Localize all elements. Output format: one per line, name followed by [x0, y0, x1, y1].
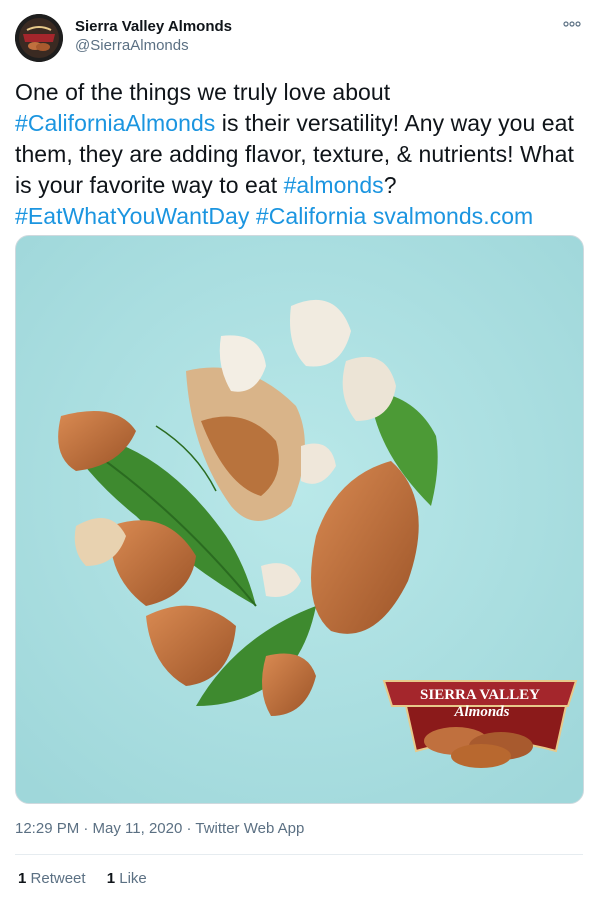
tweet-header: Sierra Valley Almonds @SierraAlmonds: [15, 14, 583, 62]
retweets-stat[interactable]: 1 Retweet: [18, 870, 86, 887]
hashtag-link[interactable]: #CaliforniaAlmonds: [15, 110, 215, 136]
handle[interactable]: @SierraAlmonds: [75, 36, 232, 56]
likes-label: Like: [119, 870, 147, 887]
retweets-count: 1: [18, 870, 27, 887]
tweet-timestamp[interactable]: 12:29 PM · May 11, 2020 · Twitter Web Ap…: [15, 820, 304, 837]
tweet-text: One of the things we truly love about #C…: [15, 77, 585, 232]
hashtag-link[interactable]: #almonds: [284, 172, 384, 198]
avatar[interactable]: [15, 14, 63, 62]
account-names: Sierra Valley Almonds @SierraAlmonds: [75, 17, 232, 56]
likes-stat[interactable]: 1 Like: [107, 870, 147, 887]
likes-count: 1: [106, 870, 116, 887]
brand-logo-avatar-icon: [15, 14, 63, 62]
hashtag-link[interactable]: #EatWhatYouWantDay: [15, 203, 249, 229]
almonds-photo: SIERRA VALLEY Almonds: [16, 236, 583, 803]
logo-line2: Almonds: [453, 704, 509, 720]
more-options-icon[interactable]: [561, 16, 583, 32]
tweet-stats: 1 Retweet 1 Like: [18, 870, 164, 887]
retweets-label: Retweet: [30, 870, 86, 887]
divider: [15, 854, 583, 855]
tweet-text-segment: One of the things we truly love about: [15, 79, 391, 105]
url-link[interactable]: svalmonds.com: [373, 203, 533, 229]
hashtag-link[interactable]: #California: [256, 203, 367, 229]
logo-line1: SIERRA VALLEY: [420, 687, 540, 703]
tweet-image[interactable]: SIERRA VALLEY Almonds: [15, 235, 584, 804]
tweet-text-segment: ?: [383, 172, 397, 198]
display-name[interactable]: Sierra Valley Almonds: [75, 17, 232, 36]
